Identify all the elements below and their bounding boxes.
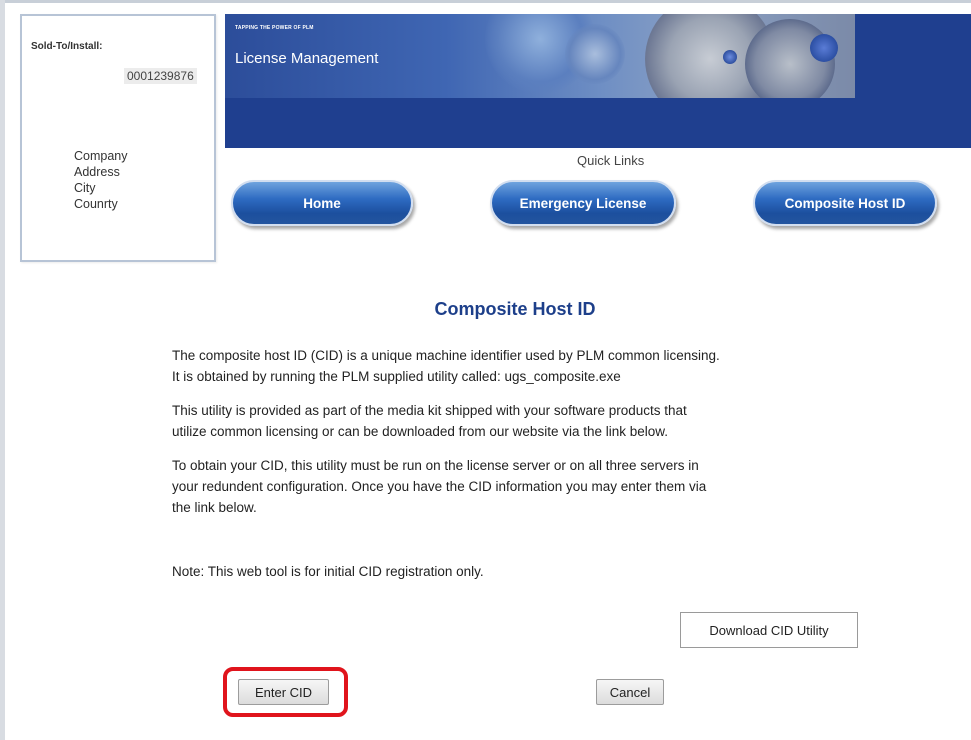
note-text: Note: This web tool is for initial CID r… (172, 564, 484, 579)
header-banner: TAPPING THE POWER OF PLM License Managem… (225, 14, 971, 148)
window-top-border (0, 0, 971, 3)
address-block: Company Address City Counrty (74, 148, 128, 212)
intro-line-1: The composite host ID (CID) is a unique … (172, 348, 720, 363)
composite-host-id-button[interactable]: Composite Host ID (753, 180, 937, 226)
instructions-line-3: the link below. (172, 500, 257, 515)
instructions-paragraph: To obtain your CID, this utility must be… (172, 455, 872, 518)
address-city: City (74, 181, 96, 195)
quick-links-label: Quick Links (577, 153, 645, 168)
page-title: Composite Host ID (434, 299, 596, 319)
home-button[interactable]: Home (231, 180, 413, 226)
banner-tagline: TAPPING THE POWER OF PLM (235, 25, 314, 31)
intro-line-2: It is obtained by running the PLM suppli… (172, 369, 621, 384)
cancel-button[interactable]: Cancel (596, 679, 664, 705)
window-left-border (0, 0, 5, 740)
media-kit-line-2: utilize common licensing or can be downl… (172, 424, 669, 439)
address-street: Address (74, 165, 120, 179)
address-country: Counrty (74, 197, 118, 211)
address-company: Company (74, 149, 128, 163)
instructions-line-2: your redundent configuration. Once you h… (172, 479, 707, 494)
sold-to-label: Sold-To/Install: (31, 41, 103, 52)
media-kit-line-1: This utility is provided as part of the … (172, 403, 687, 418)
account-panel: Sold-To/Install: 0001239876 Company Addr… (20, 14, 216, 262)
enter-cid-button[interactable]: Enter CID (238, 679, 329, 705)
instructions-line-1: To obtain your CID, this utility must be… (172, 458, 699, 473)
download-cid-utility-button[interactable]: Download CID Utility (680, 612, 858, 648)
emergency-license-button[interactable]: Emergency License (490, 180, 676, 226)
banner-title: License Management (235, 50, 379, 67)
sold-to-number: 0001239876 (124, 68, 197, 84)
media-kit-paragraph: This utility is provided as part of the … (172, 400, 872, 442)
intro-paragraph: The composite host ID (CID) is a unique … (172, 345, 872, 387)
